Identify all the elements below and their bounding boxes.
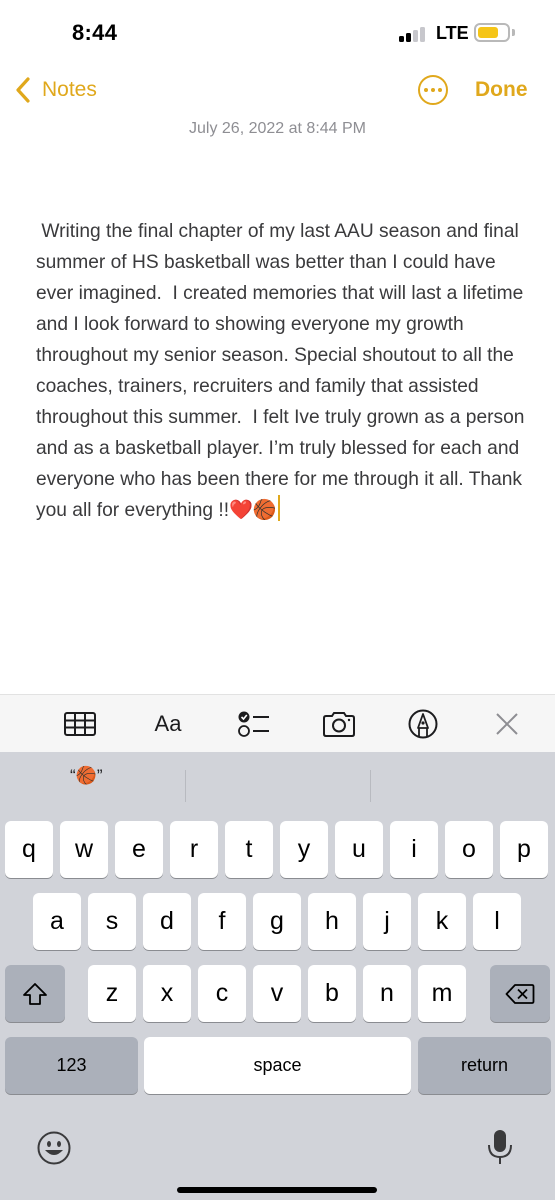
key-p[interactable]: p [500, 821, 548, 878]
key-i[interactable]: i [390, 821, 438, 878]
key-h[interactable]: h [308, 893, 356, 950]
key-o[interactable]: o [445, 821, 493, 878]
key-e[interactable]: e [115, 821, 163, 878]
key-x[interactable]: x [143, 965, 191, 1022]
back-button[interactable]: Notes [14, 74, 97, 106]
prediction-divider [185, 770, 186, 802]
formatting-toolbar: Aa [0, 694, 555, 752]
key-d[interactable]: d [143, 893, 191, 950]
numbers-key[interactable]: 123 [5, 1037, 138, 1094]
chevron-left-icon [16, 77, 30, 103]
prediction-divider [370, 770, 371, 802]
key-c[interactable]: c [198, 965, 246, 1022]
back-label: Notes [42, 78, 97, 101]
key-y[interactable]: y [280, 821, 328, 878]
status-time: 8:44 [72, 20, 118, 45]
return-key[interactable]: return [418, 1037, 551, 1094]
table-icon[interactable] [62, 709, 98, 739]
close-icon[interactable] [494, 709, 520, 739]
key-g[interactable]: g [253, 893, 301, 950]
key-j[interactable]: j [363, 893, 411, 950]
key-b[interactable]: b [308, 965, 356, 1022]
key-u[interactable]: u [335, 821, 383, 878]
key-r[interactable]: r [170, 821, 218, 878]
key-m[interactable]: m [418, 965, 466, 1022]
keyboard: “🏀” q w e r t y u i o p a s d f g h j k … [0, 752, 555, 1200]
home-indicator [177, 1187, 377, 1193]
emoji-icon[interactable] [36, 1130, 72, 1171]
status-bar: 8:44 LTE [0, 0, 555, 66]
cellular-signal-icon [399, 26, 429, 42]
key-a[interactable]: a [33, 893, 81, 950]
key-f[interactable]: f [198, 893, 246, 950]
key-k[interactable]: k [418, 893, 466, 950]
key-w[interactable]: w [60, 821, 108, 878]
predictive-bar: “🏀” [0, 752, 555, 814]
prediction-suggestion[interactable]: “🏀” [70, 766, 103, 786]
text-cursor [277, 495, 280, 521]
key-n[interactable]: n [363, 965, 411, 1022]
note-body-text: Writing the final chapter of my last AAU… [36, 221, 530, 521]
key-v[interactable]: v [253, 965, 301, 1022]
key-z[interactable]: z [88, 965, 136, 1022]
key-t[interactable]: t [225, 821, 273, 878]
done-button[interactable]: Done [475, 78, 528, 102]
note-date: July 26, 2022 at 8:44 PM [189, 120, 366, 137]
key-l[interactable]: l [473, 893, 521, 950]
network-type: LTE [436, 23, 469, 43]
ellipsis-circle-icon[interactable] [418, 75, 448, 105]
delete-icon[interactable] [490, 965, 550, 1022]
microphone-icon[interactable] [487, 1128, 513, 1171]
note-text-area[interactable]: Writing the final chapter of my last AAU… [36, 216, 526, 526]
shift-icon[interactable] [5, 965, 65, 1022]
markup-icon[interactable] [406, 709, 440, 739]
key-q[interactable]: q [5, 821, 53, 878]
camera-icon[interactable] [320, 709, 358, 739]
battery-cap [512, 29, 515, 36]
format-icon[interactable]: Aa [148, 709, 188, 739]
battery-icon [474, 23, 510, 42]
space-key[interactable]: space [144, 1037, 411, 1094]
checklist-icon[interactable] [236, 709, 272, 739]
key-s[interactable]: s [88, 893, 136, 950]
